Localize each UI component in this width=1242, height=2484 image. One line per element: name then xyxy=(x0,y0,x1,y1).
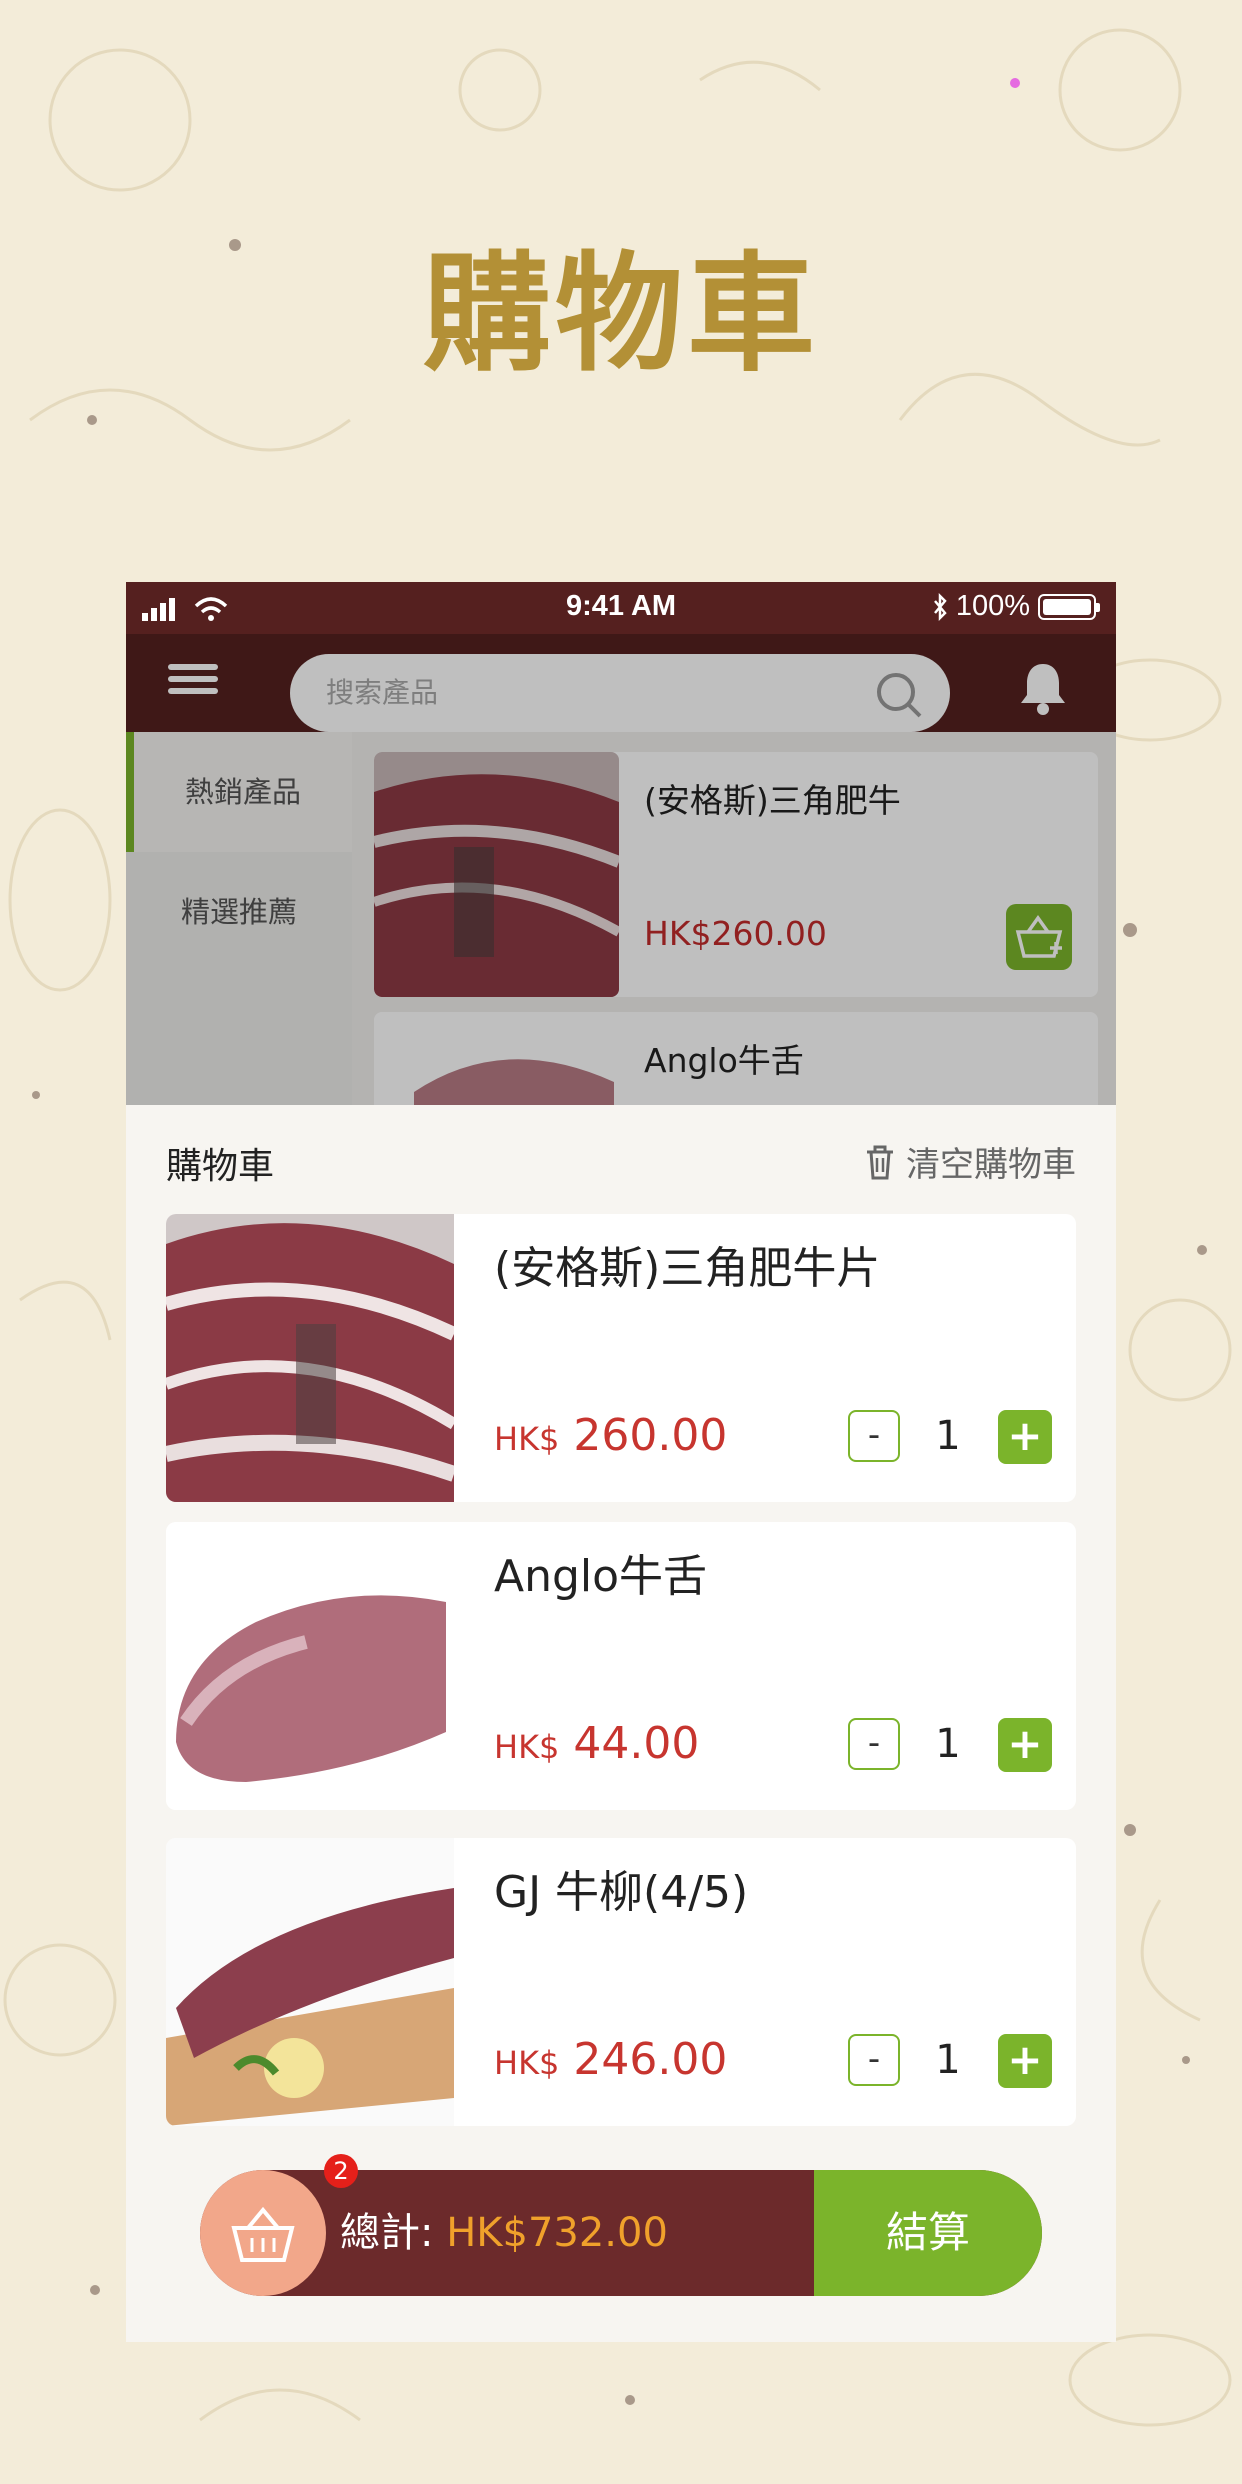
cart-item-price: HK$ 246.00 xyxy=(494,2034,727,2085)
price-value: 44.00 xyxy=(573,1718,700,1769)
bluetooth-icon xyxy=(933,592,947,621)
dim-overlay[interactable] xyxy=(126,634,1116,1105)
cart-item-price: HK$ 260.00 xyxy=(494,1410,727,1461)
cart-item-name: GJ 牛柳(4/5) xyxy=(494,1867,749,1918)
basket-button[interactable] xyxy=(200,2170,326,2296)
phone-screen: 9:41 AM 100% 熱銷產品 精選推薦 xyxy=(126,582,1116,2342)
status-right: 100% xyxy=(932,590,1100,623)
cart-item-image-tongue xyxy=(166,1522,454,1810)
qty-plus-button[interactable]: + xyxy=(998,2034,1052,2088)
qty-plus-button[interactable]: + xyxy=(998,1718,1052,1772)
cart-item-price: HK$ 44.00 xyxy=(494,1718,699,1769)
cart-item-image-beef xyxy=(166,1214,454,1502)
qty-value: 1 xyxy=(935,1413,961,1459)
qty-value: 1 xyxy=(935,2037,961,2083)
currency-label: HK$ xyxy=(494,1728,560,1766)
clear-cart-label: 清空購物車 xyxy=(906,1145,1076,1185)
qty-minus-button[interactable]: - xyxy=(848,1718,900,1770)
qty-minus-button[interactable]: - xyxy=(848,2034,900,2086)
qty-value: 1 xyxy=(935,1721,961,1767)
cart-item-name: Anglo牛舌 xyxy=(494,1551,708,1602)
currency-label: HK$ xyxy=(494,1420,560,1458)
battery-fill xyxy=(1043,598,1091,615)
currency-label: HK$ xyxy=(494,2044,560,2082)
battery-percent: 100% xyxy=(955,590,1030,622)
cart-total: 總計: HK$732.00 xyxy=(340,2170,668,2296)
promo-title: 購物車 xyxy=(422,240,819,389)
cart-count-badge: 2 xyxy=(324,2154,358,2188)
cart-sheet: 購物車 清空購物車 (安格斯)三角肥牛片 HK$ 260.00 - 1 + An… xyxy=(126,1105,1116,2342)
price-value: 246.00 xyxy=(573,2034,728,2085)
cart-summary-bar: 總計: HK$732.00 結算 xyxy=(200,2170,1042,2296)
cart-item-image-tenderloin xyxy=(166,1838,454,2126)
trash-icon xyxy=(867,1145,893,1179)
total-value: HK$732.00 xyxy=(446,2210,668,2256)
price-value: 260.00 xyxy=(573,1410,728,1461)
basket-icon xyxy=(231,2206,295,2262)
status-bar: 9:41 AM 100% xyxy=(126,582,1116,634)
cart-title: 購物車 xyxy=(166,1146,275,1187)
cart-item: (安格斯)三角肥牛片 HK$ 260.00 - 1 + xyxy=(166,1214,1076,1502)
battery-icon xyxy=(1038,593,1100,620)
clear-cart-button[interactable]: 清空購物車 xyxy=(864,1137,1076,1186)
cart-item: Anglo牛舌 HK$ 44.00 - 1 + xyxy=(166,1522,1076,1810)
qty-minus-button[interactable]: - xyxy=(848,1410,900,1462)
cart-item-name: (安格斯)三角肥牛片 xyxy=(494,1243,881,1294)
total-label: 總計: xyxy=(340,2210,434,2256)
checkout-button[interactable]: 結算 xyxy=(814,2170,1042,2296)
cart-item: GJ 牛柳(4/5) HK$ 246.00 - 1 + xyxy=(166,1838,1076,2126)
qty-plus-button[interactable]: + xyxy=(998,1410,1052,1464)
